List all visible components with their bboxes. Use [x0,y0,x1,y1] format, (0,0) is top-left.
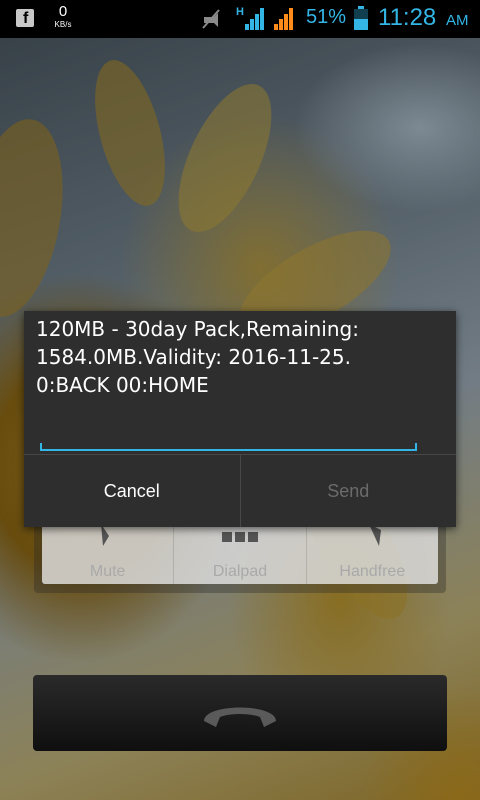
battery-icon [354,6,368,30]
microphone-icon [100,524,109,546]
battery-percent: 51% [306,6,347,28]
network-speed-unit: KB/s [54,20,72,29]
status-bar: f 0 KB/s H 51% 11:28 AM [0,0,480,38]
dialpad-label: Dialpad [212,563,268,580]
end-call-button[interactable] [33,675,447,751]
dialog-message: 120MB - 30day Pack,Remaining: 1584.0MB.V… [36,317,359,397]
clock: 11:28 [378,4,437,31]
handfree-label: Handfree [339,563,406,580]
send-button[interactable]: Send [241,455,457,527]
input-underline [40,443,417,451]
signal-strength-icon-2 [274,8,293,30]
handfree-button[interactable]: Handfree [307,520,438,584]
facebook-icon: f [16,9,34,27]
call-buttons-bar: Mute Dialpad Handfree [42,520,438,584]
cancel-button[interactable]: Cancel [24,455,240,527]
network-speed-value: 0 [58,3,68,20]
network-speed: 0 KB/s [48,3,78,30]
network-type: H [236,6,244,18]
mute-button[interactable]: Mute [42,520,175,584]
ussd-dialog: 120MB - 30day Pack,Remaining: 1584.0MB.V… [24,311,456,527]
end-call-icon [204,707,276,727]
dialpad-button[interactable]: Dialpad [174,520,307,584]
signal-strength-icon: H [236,6,264,30]
clock-ampm: AM [446,12,469,29]
mute-icon [202,9,220,29]
dialpad-icon [221,532,258,542]
mute-label: Mute [89,563,126,580]
speaker-icon [369,524,382,546]
dialog-buttons: Cancel Send [24,455,456,527]
